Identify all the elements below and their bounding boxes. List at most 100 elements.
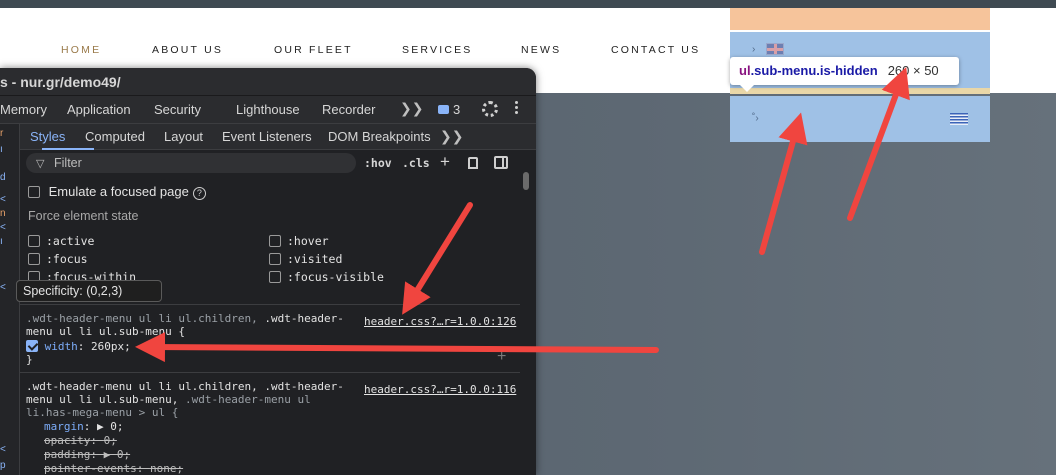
more-tabs-icon[interactable]: ❯❯ — [400, 100, 423, 117]
emulate-focused-page[interactable]: Emulate a focused page? — [28, 184, 206, 200]
more-subtabs-icon[interactable]: ❯❯ — [440, 128, 463, 145]
filter-input[interactable]: ▽ Filter — [26, 153, 356, 173]
pseudo-active[interactable]: :active — [28, 234, 94, 248]
rule2-source-link[interactable]: header.css?…r=1.0.0:116 — [364, 383, 516, 396]
tab-lighthouse[interactable]: Lighthouse — [236, 102, 300, 117]
pseudo-focus-visible[interactable]: :focus-visible — [269, 270, 384, 284]
issues-badge[interactable]: 3 — [438, 102, 460, 117]
rule1-source-link[interactable]: header.css?…r=1.0.0:126 — [364, 315, 516, 328]
pseudo-focus[interactable]: :focus — [28, 252, 88, 266]
cls-button[interactable]: .cls — [402, 156, 430, 170]
pseudo-visited[interactable]: :visited — [269, 252, 342, 266]
rule2-prop-opacity[interactable]: opacity: 0; — [44, 434, 117, 447]
elements-subtabs: Styles Computed Layout Event Listeners D… — [20, 124, 536, 150]
tab-application[interactable]: Application — [67, 102, 131, 117]
rule2-selector-line1[interactable]: .wdt-header-menu ul li ul.children, .wdt… — [26, 380, 344, 393]
rule2-selector-line2[interactable]: menu ul li ul.sub-menu, .wdt-header-menu… — [26, 393, 311, 406]
add-property-icon[interactable]: + — [497, 348, 506, 366]
nav-services[interactable]: SERVICES — [402, 44, 473, 56]
rule1-close-brace: } — [26, 353, 33, 366]
pseudo-label: :focus-visible — [287, 270, 384, 284]
subtab-dom-breakpoints[interactable]: DOM Breakpoints — [328, 129, 431, 144]
subtab-layout[interactable]: Layout — [164, 129, 203, 144]
devtools-titlebar[interactable]: s - nur.gr/demo49/ — [0, 68, 536, 96]
property-value[interactable]: 260px; — [91, 340, 131, 353]
property-name[interactable]: margin — [44, 420, 84, 433]
selector-dim: .wdt-header-menu ul li ul.children, — [26, 312, 265, 325]
selector-main: menu ul li ul.sub-menu, — [26, 393, 185, 406]
emulate-focus-checkbox[interactable] — [28, 186, 40, 198]
element-inspector-tooltip: ul.sub-menu.is-hidden 260 × 50 — [730, 57, 959, 92]
help-icon[interactable]: ? — [192, 187, 206, 200]
highlight-margin — [730, 8, 990, 30]
checkbox[interactable] — [269, 253, 281, 265]
rule1-width-declaration[interactable]: width: 260px; — [26, 340, 131, 353]
property-value[interactable]: ▶ 0; — [104, 448, 131, 461]
issues-icon — [438, 105, 449, 114]
tooltip-size: 260 × 50 — [887, 63, 939, 78]
highlight-padding — [730, 88, 990, 94]
more-options-icon[interactable] — [515, 100, 519, 116]
chevron-right-icon: ˚› — [752, 113, 759, 124]
rule1-selector-line2[interactable]: menu ul li ul.sub-menu { — [26, 325, 185, 338]
filter-placeholder: Filter — [54, 156, 82, 170]
nav-news[interactable]: NEWS — [521, 44, 561, 56]
nav-our-fleet[interactable]: OUR FLEET — [274, 44, 353, 56]
subtab-computed[interactable]: Computed — [85, 129, 145, 144]
nav-about-us[interactable]: ABOUT US — [152, 44, 223, 56]
new-style-rule-icon[interactable]: + — [440, 153, 450, 171]
filter-funnel-icon: ▽ — [36, 158, 45, 170]
pseudo-label: :visited — [287, 252, 343, 266]
styles-scrollbar[interactable] — [522, 172, 530, 475]
pseudo-label: :focus — [46, 252, 88, 266]
subtab-event-listeners[interactable]: Event Listeners — [222, 129, 312, 144]
property-value[interactable]: ▶ 0; — [97, 420, 124, 433]
devtools-title: s - nur.gr/demo49/ — [0, 74, 121, 90]
settings-gear-icon[interactable] — [482, 101, 498, 117]
rule2-selector-line3[interactable]: li.has-mega-menu > ul { — [26, 406, 178, 419]
nav-contact-us[interactable]: CONTACT US — [611, 44, 700, 56]
specificity-tooltip: Specificity: (0,2,3) — [16, 280, 162, 302]
site-topbar — [0, 0, 1056, 8]
devtools-window: s - nur.gr/demo49/ Memory Application Se… — [0, 68, 536, 475]
rule1-selector-line1[interactable]: .wdt-header-menu ul li ul.children, .wdt… — [26, 312, 344, 325]
property-name[interactable]: padding — [44, 448, 90, 461]
property-name[interactable]: width — [45, 340, 78, 353]
rule2-prop-pointer-events[interactable]: pointer-events: none; — [44, 462, 183, 475]
tooltip-tag: ul — [739, 63, 751, 78]
greek-flag-icon[interactable] — [950, 113, 968, 125]
checkbox[interactable] — [269, 235, 281, 247]
subtab-styles[interactable]: Styles — [30, 129, 65, 144]
property-value[interactable]: none; — [150, 462, 183, 475]
rule2-prop-margin[interactable]: margin: ▶ 0; — [44, 420, 124, 433]
property-name[interactable]: pointer-events — [44, 462, 137, 475]
styles-toolbar: ▽ Filter :hov .cls + — [20, 150, 520, 176]
devtools-main-tabs: Memory Application Security Lighthouse R… — [0, 96, 536, 124]
property-toggle-checkbox[interactable] — [26, 340, 38, 352]
tab-security[interactable]: Security — [154, 102, 201, 117]
scrollbar-thumb[interactable] — [523, 172, 529, 190]
nav-home[interactable]: HOME — [61, 44, 101, 56]
uk-flag-icon[interactable] — [766, 43, 784, 55]
tooltip-classes: .sub-menu.is-hidden — [750, 63, 878, 78]
paint-brush-icon[interactable] — [468, 157, 478, 169]
property-value[interactable]: 0; — [104, 434, 117, 447]
issues-count: 3 — [453, 102, 461, 117]
checkbox[interactable] — [28, 253, 40, 265]
pseudo-label: :active — [46, 234, 95, 248]
selector-main: .wdt-header- — [264, 312, 344, 325]
rule-divider — [20, 372, 520, 373]
pseudo-label: :hover — [287, 234, 329, 248]
rule-divider — [20, 304, 520, 305]
checkbox[interactable] — [28, 235, 40, 247]
tab-recorder[interactable]: Recorder — [322, 102, 375, 117]
hov-button[interactable]: :hov — [364, 156, 392, 170]
property-name[interactable]: opacity — [44, 434, 90, 447]
checkbox[interactable] — [269, 271, 281, 283]
tab-memory[interactable]: Memory — [0, 102, 47, 117]
pseudo-hover[interactable]: :hover — [269, 234, 329, 248]
rule2-prop-padding[interactable]: padding: ▶ 0; — [44, 448, 130, 461]
selector-dim: .wdt-header-menu ul — [184, 393, 311, 406]
emulate-focus-label: Emulate a focused page — [48, 184, 189, 199]
toggle-sidebar-icon[interactable] — [494, 156, 508, 169]
